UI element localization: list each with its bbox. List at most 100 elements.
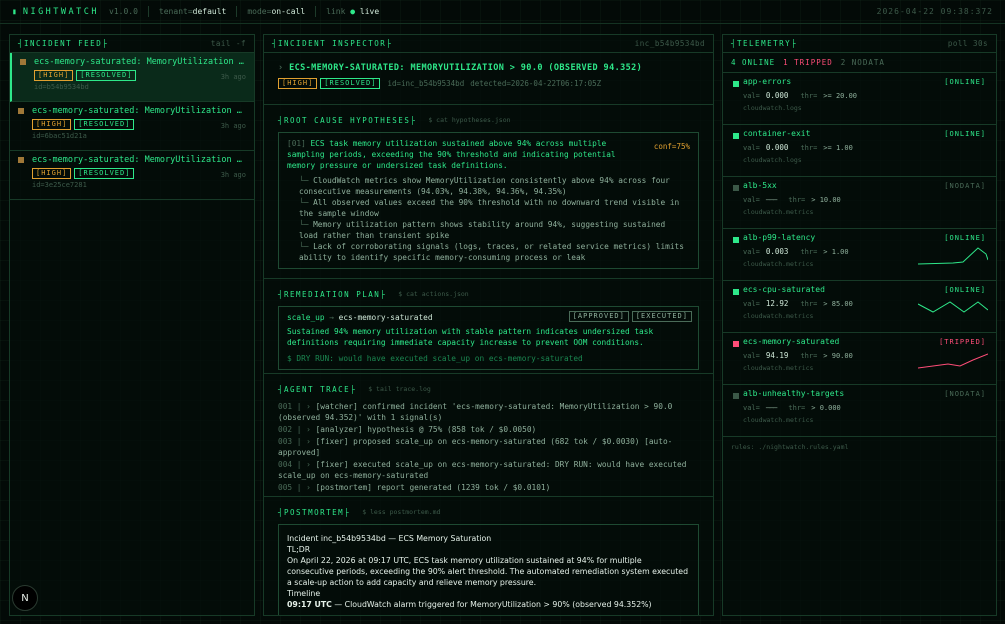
status-dot <box>733 341 739 347</box>
incident-item[interactable]: ecs-memory-saturated: MemoryUtilization … <box>10 102 254 151</box>
remediation-title: REMEDIATION PLAN <box>284 289 381 299</box>
status-dot <box>733 133 739 139</box>
trace-line-number: 004 <box>278 460 293 469</box>
postmortem-cmd: $ less postmortem.md <box>362 508 441 516</box>
postmortem-heading: Incident inc_b54b9534bd — ECS Memory Sat… <box>287 534 492 543</box>
timeline-text: — CloudWatch alarm triggered for MemoryU… <box>331 600 652 609</box>
threshold-value: > 10.00 <box>811 195 841 204</box>
metric-values: val= 0.000 thr= >= 20.00 <box>743 91 986 100</box>
metric-value: 12.92 <box>765 299 789 308</box>
status-dot <box>733 393 739 399</box>
severity-marker <box>18 157 24 163</box>
executed-badge: [EXECUTED] <box>631 311 692 322</box>
threshold-value: > 0.000 <box>811 403 841 412</box>
status-dot <box>733 81 739 87</box>
remediation-card[interactable]: scale_up → ecs-memory-saturated [APPROVE… <box>278 306 699 370</box>
evidence-text: CloudWatch metrics show MemoryUtilizatio… <box>299 176 670 196</box>
telemetry-title: TELEMETRY <box>737 39 792 48</box>
trace-text: [watcher] confirmed incident 'ecs-memory… <box>278 402 673 422</box>
sparkline-path <box>918 353 988 369</box>
evidence-branch-icon: └─ <box>299 242 314 251</box>
trace-line-number: 005 <box>278 483 293 492</box>
metric-name: ecs-cpu-saturated <box>743 285 825 294</box>
incident-id: id=3e25ce7281 <box>32 181 87 189</box>
trace-line: 005 | › [postmortem] report generated (1… <box>278 482 699 493</box>
telemetry-row[interactable]: ecs-memory-saturated [TRIPPED] val= 94.19 th… <box>723 333 996 385</box>
trace-separator: | › <box>292 460 316 469</box>
evidence-text: All observed values exceed the 90% thres… <box>299 198 680 218</box>
status-dot <box>733 289 739 295</box>
metric-status: [TRIPPED] <box>939 338 986 346</box>
telemetry-panel: ┤ TELEMETRY ├ poll 30s 4 ONLINE 1 TRIPPE… <box>722 34 997 616</box>
evidence-line: └─ Memory utilization pattern shows stab… <box>287 219 688 241</box>
metric-value: ——— <box>765 403 778 412</box>
telemetry-row[interactable]: app-errors [ONLINE] val= 0.000 thr= >= 20.00 c… <box>723 73 996 125</box>
trace-title: AGENT TRACE <box>284 384 351 394</box>
metric-name: alb-unhealthy-targets <box>743 389 845 398</box>
timeline-time: 09:17 UTC <box>287 600 332 609</box>
postmortem-body[interactable]: Incident inc_b54b9534bd — ECS Memory Sat… <box>278 524 699 615</box>
status-dot <box>733 185 739 191</box>
postmortem-timeline: Timeline <box>287 589 321 598</box>
action-name: scale_up <box>287 313 325 322</box>
mode-indicator[interactable]: mode=on-call <box>247 7 305 16</box>
threshold-label: thr= <box>800 299 818 308</box>
incident-age: 3h ago <box>220 171 246 179</box>
sparkline-path <box>918 301 988 313</box>
metric-status: [NODATA] <box>944 390 986 398</box>
telemetry-header: ┤ TELEMETRY ├ poll 30s <box>723 35 996 53</box>
incident-id: id=b54b9534bd <box>34 83 89 91</box>
incident-title: ecs-memory-saturated: MemoryUtilization … <box>32 155 245 165</box>
trace-text: [postmortem] report generated (1239 tok … <box>315 483 551 492</box>
threshold-value: > 85.00 <box>823 299 853 308</box>
threshold-label: thr= <box>800 143 818 152</box>
rca-cmd: $ cat hypotheses.json <box>428 116 511 124</box>
metric-status: [ONLINE] <box>944 286 986 294</box>
severity-badge: [HIGH] <box>34 70 74 81</box>
threshold-label: thr= <box>800 351 818 360</box>
action-target: ecs-memory-saturated <box>338 313 433 322</box>
metric-name: alb-5xx <box>743 181 777 190</box>
telemetry-row[interactable]: container-exit [ONLINE] val= 0.000 thr= >= 1.… <box>723 125 996 177</box>
app-logo[interactable]: N <box>12 585 38 611</box>
tenant-indicator[interactable]: tenant=default <box>159 7 226 16</box>
metric-source: cloudwatch.logs <box>743 104 802 112</box>
online-count: 4 ONLINE <box>731 58 776 67</box>
severity-marker <box>20 59 26 65</box>
telemetry-row[interactable]: alb-p99-latency [ONLINE] val= 0.003 thr= > 1.… <box>723 229 996 281</box>
threshold-label: thr= <box>788 403 806 412</box>
hypothesis-index: [01] <box>287 139 306 148</box>
telemetry-row[interactable]: alb-5xx [NODATA] val= ——— thr= > 10.00 cloudwa… <box>723 177 996 229</box>
value-label: val= <box>743 143 760 152</box>
metric-name: container-exit <box>743 129 811 138</box>
app-title: NIGHTWATCH <box>22 6 100 17</box>
remediation-reason: Sustained 94% memory utilization with st… <box>287 327 654 347</box>
threshold-value: > 90.00 <box>823 351 853 360</box>
incident-id: id=inc_b54b9534bd <box>387 79 465 88</box>
value-label: val= <box>743 91 760 100</box>
incident-tags: [HIGH] [RESOLVED] <box>34 70 246 81</box>
trace-text: [analyzer] hypothesis @ 75% (858 tok / $… <box>315 425 537 434</box>
value-label: val= <box>743 403 760 412</box>
evidence-line: └─ All observed values exceed the 90% th… <box>287 197 688 219</box>
metric-name: app-errors <box>743 77 792 86</box>
evidence-branch-icon: └─ <box>299 220 314 229</box>
hypothesis-card[interactable]: [01] ECS task memory utilization sustain… <box>278 132 699 269</box>
metric-value: 0.000 <box>765 91 789 100</box>
telemetry-row[interactable]: alb-unhealthy-targets [NODATA] val= ——— thr=… <box>723 385 996 437</box>
inspector-title: INCIDENT INSPECTOR <box>278 39 387 48</box>
telemetry-row[interactable]: ecs-cpu-saturated [ONLINE] val= 12.92 thr= > … <box>723 281 996 333</box>
metric-value: 0.000 <box>765 143 789 152</box>
incident-item[interactable]: ecs-memory-saturated: MemoryUtilization … <box>10 53 254 102</box>
threshold-value: >= 20.00 <box>823 91 858 100</box>
postmortem-tldr: TL;DR <box>287 545 311 554</box>
incident-item[interactable]: ecs-memory-saturated: MemoryUtilization … <box>10 151 254 200</box>
status-dot <box>733 237 739 243</box>
trace-line-number: 002 <box>278 425 293 434</box>
incident-title: ecs-memory-saturated: MemoryUtilization … <box>32 106 245 116</box>
evidence-text: Lack of corroborating signals (logs, tra… <box>299 242 684 262</box>
trace-line: 001 | › [watcher] confirmed incident 'ec… <box>278 401 699 423</box>
evidence-line: └─ CloudWatch metrics show MemoryUtiliza… <box>287 175 688 197</box>
dry-run-note: $ DRY RUN: would have executed scale_up … <box>287 354 583 363</box>
metric-values: val= ——— thr= > 0.000 <box>743 403 986 412</box>
